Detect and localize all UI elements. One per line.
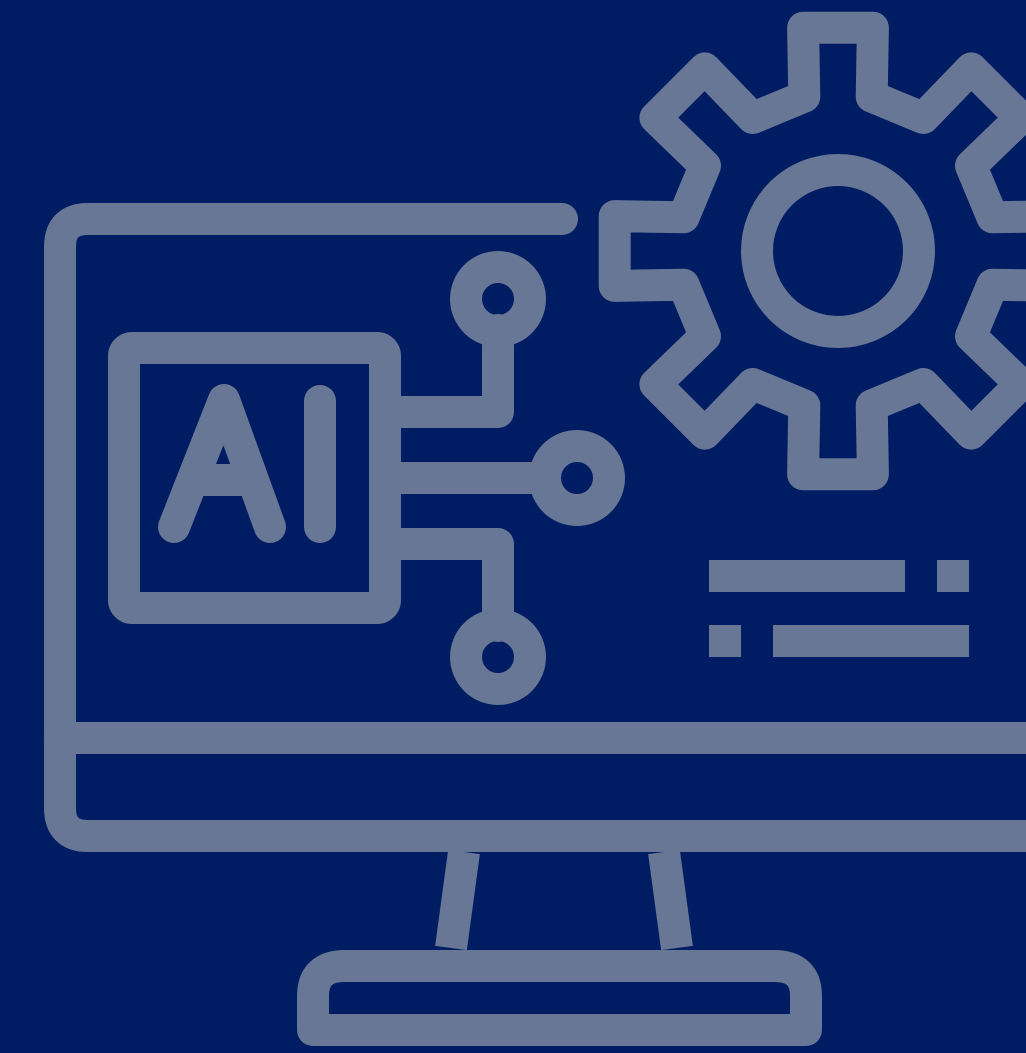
- background: [0, 0, 1026, 1053]
- ai-monitor-illustration: AI: [0, 0, 1026, 1053]
- ai-monitor-graphic: AI: [0, 0, 1026, 1053]
